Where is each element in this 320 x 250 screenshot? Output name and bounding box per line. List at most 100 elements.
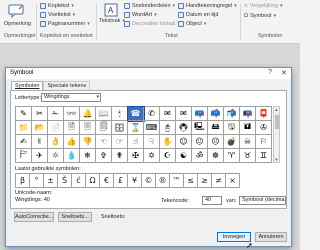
scroll-up-icon[interactable]: ▲	[274, 107, 279, 112]
symbol-cell[interactable]: 🗎	[64, 121, 80, 135]
symbol-cell[interactable]: ✎	[16, 107, 32, 121]
symbol-cell[interactable]: 🗐	[96, 121, 112, 135]
from-select[interactable]: Symbool (decimaal)	[239, 196, 286, 205]
char-code-input[interactable]: 40	[202, 196, 222, 205]
comment-icon[interactable]	[8, 4, 24, 19]
tab-special-characters[interactable]: Speciale tekens	[43, 81, 91, 90]
symbol-cell[interactable]: 📄	[48, 121, 64, 135]
dialog-title-bar[interactable]: Symbool ? ✕	[6, 68, 291, 79]
symbol-cell[interactable]: ☹	[208, 135, 224, 149]
symbol-cell[interactable]: ☠	[240, 135, 256, 149]
symbol-cell[interactable]: ⌨	[144, 121, 160, 135]
tab-symbols[interactable]: Symbolen	[11, 81, 44, 90]
symbol-cell[interactable]: ✟	[112, 149, 128, 163]
footer-button[interactable]: Voettekst ▾	[40, 12, 75, 18]
close-icon[interactable]: ✕	[281, 69, 287, 77]
date-time-button[interactable]: Datum en tijd	[178, 12, 218, 18]
symbol-cell[interactable]: ✂	[32, 107, 48, 121]
symbol-cell[interactable]: ☺	[176, 135, 192, 149]
symbol-cell[interactable]: 👍	[64, 135, 80, 149]
symbol-cell[interactable]: 🗄	[112, 121, 128, 135]
cancel-button[interactable]: Annuleren	[255, 232, 287, 242]
symbol-cell[interactable]: 💣	[224, 135, 240, 149]
recent-symbol-cell[interactable]: ™	[170, 174, 184, 188]
symbol-cell[interactable]: ♊	[256, 149, 272, 163]
symbol-cell[interactable]: 🖲	[176, 121, 192, 135]
page-number-button[interactable]: Paginanummer ▾	[40, 21, 90, 27]
recent-symbols[interactable]: β ° ± Šć Ω € £ ¥ © ® ™ ≤ ≥ ≠ ×	[15, 173, 240, 188]
symbol-cell[interactable]: 🖴	[208, 121, 224, 135]
symbol-cell[interactable]: 📮	[256, 107, 272, 121]
symbol-cell[interactable]: ☎	[127, 106, 145, 122]
symbol-cell[interactable]: ♈	[224, 149, 240, 163]
symbol-cell[interactable]: 📫	[208, 107, 224, 121]
symbol-cell[interactable]: ✉	[160, 107, 176, 121]
symbol-cell[interactable]: 📁	[16, 121, 32, 135]
recent-symbol-cell[interactable]: Ω	[86, 174, 100, 188]
recent-symbol-cell[interactable]: €	[100, 174, 114, 188]
comment-button[interactable]: Opmerking	[4, 21, 31, 27]
header-button[interactable]: Koptekst ▾	[40, 3, 74, 9]
drop-cap-button[interactable]: Decoraties initiaal▾	[124, 21, 180, 27]
symbol-cell[interactable]: ✠	[128, 149, 144, 163]
recent-symbol-cell[interactable]: ¥	[128, 174, 142, 188]
recent-symbol-cell[interactable]: ±	[44, 174, 58, 188]
recent-symbol-cell[interactable]: ×	[226, 174, 240, 188]
symbol-cell[interactable]: ☪	[160, 149, 176, 163]
textbox-icon[interactable]: A	[104, 3, 118, 17]
symbol-cell[interactable]: 📖	[96, 107, 112, 121]
shortcut-key-button[interactable]: Sneltoets...	[58, 212, 92, 222]
symbol-cell[interactable]: 👎	[80, 135, 96, 149]
symbol-cell[interactable]: 👌	[48, 135, 64, 149]
symbol-cell[interactable]: ♉	[240, 149, 256, 163]
recent-symbol-cell[interactable]: ®	[156, 174, 170, 188]
symbol-cell[interactable]: ✈	[32, 149, 48, 163]
symbol-button[interactable]: Ω Symbool ▾	[244, 13, 276, 19]
recent-symbol-cell[interactable]: ≤	[184, 174, 198, 188]
symbol-cell[interactable]: ⌛	[128, 121, 144, 135]
symbol-cell[interactable]: ✍	[16, 135, 32, 149]
symbol-cell[interactable]: 📬	[224, 107, 240, 121]
symbol-cell[interactable]: ⚐	[256, 135, 272, 149]
scroll-thumb[interactable]	[275, 115, 279, 129]
symbol-cell[interactable]: ✞	[96, 149, 112, 163]
symbol-cell[interactable]: 📭	[240, 107, 256, 121]
symbol-cell[interactable]: 📪	[192, 107, 208, 121]
recent-symbol-cell[interactable]: β	[16, 174, 30, 188]
symbol-cell[interactable]: ✡	[144, 149, 160, 163]
recent-symbol-cell[interactable]: ©	[142, 174, 156, 188]
equation-button[interactable]: π Vergelijking ▾	[244, 3, 282, 9]
symbol-scrollbar[interactable]: ▲ ▼	[273, 106, 280, 163]
object-button[interactable]: Object ▾	[178, 21, 206, 27]
symbol-cell[interactable]: ❄	[80, 149, 96, 163]
recent-symbol-cell[interactable]: ć	[72, 174, 86, 188]
recent-symbol-cell[interactable]: Š	[58, 174, 72, 188]
symbol-cell[interactable]: ☟	[144, 135, 160, 149]
symbol-cell[interactable]: ✉	[176, 107, 192, 121]
symbol-cell[interactable]: ☞	[112, 135, 128, 149]
symbol-cell[interactable]: 🔔	[80, 107, 96, 121]
symbol-cell[interactable]: 🕯	[112, 107, 128, 121]
symbol-cell[interactable]: ✁	[48, 107, 64, 121]
recent-symbol-cell[interactable]: £	[114, 174, 128, 188]
autocorrect-button[interactable]: AutoCorrectie...	[14, 212, 54, 222]
symbol-cell[interactable]: ✇	[256, 121, 272, 135]
symbol-cell[interactable]: ☸	[208, 149, 224, 163]
symbol-cell[interactable]: ✋	[160, 135, 176, 149]
symbol-cell[interactable]: ☜	[96, 135, 112, 149]
scroll-down-icon[interactable]: ▼	[274, 157, 279, 162]
symbol-cell[interactable]: 🖰	[160, 121, 176, 135]
font-select[interactable]: Wingdings ▾	[41, 93, 101, 102]
symbol-cell[interactable]: 🖳	[192, 121, 208, 135]
symbol-cell[interactable]: ✆	[144, 107, 160, 121]
help-icon[interactable]: ?	[268, 69, 272, 76]
symbol-cell[interactable]: 🖫	[224, 121, 240, 135]
symbol-cell[interactable]: ☯	[176, 149, 192, 163]
symbol-cell[interactable]: 🗏	[80, 121, 96, 135]
wordart-button[interactable]: WordArt ▾	[124, 12, 157, 18]
symbol-cell[interactable]: 🖬	[240, 121, 256, 135]
symbol-cell[interactable]: ☼	[48, 149, 64, 163]
symbol-cell[interactable]: ॐ	[192, 149, 208, 163]
recent-symbol-cell[interactable]: ≥	[198, 174, 212, 188]
symbol-cell[interactable]: 🏱	[16, 149, 32, 163]
